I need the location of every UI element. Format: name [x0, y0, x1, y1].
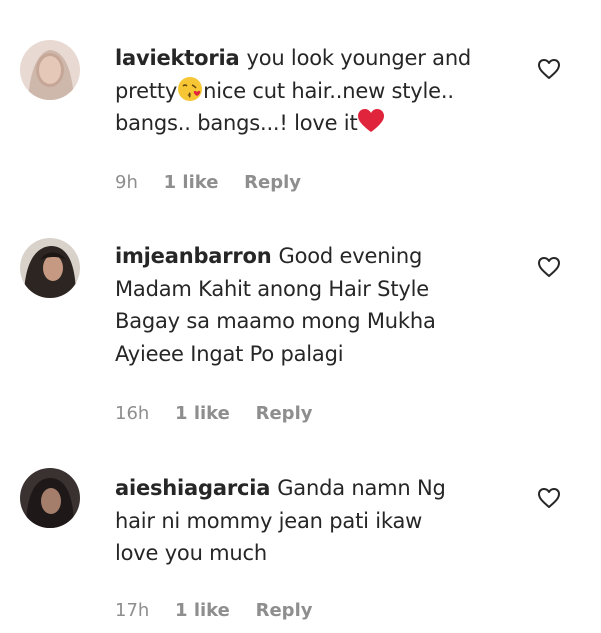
comment-text: love you much: [115, 541, 267, 565]
comment-text: Bagay sa maamo mong Mukha: [115, 309, 436, 333]
heart-outline-icon[interactable]: [537, 58, 561, 80]
comment-text: bangs.. bangs...! love it: [115, 111, 358, 135]
comment-text: Good evening: [278, 244, 423, 268]
comment-text: hair ni mommy jean pati ikaw: [115, 508, 423, 533]
comment-time[interactable]: 16h: [115, 403, 149, 424]
comment-text: Madam Kahit anong Hair Style: [115, 276, 429, 301]
comment-likes[interactable]: 1 like: [164, 172, 219, 193]
comment-username[interactable]: aieshiagarcia: [115, 476, 270, 500]
comment-likes[interactable]: 1 like: [175, 600, 230, 621]
comment-username[interactable]: laviektoria: [115, 46, 240, 70]
avatar[interactable]: [20, 238, 80, 298]
heart-outline-icon[interactable]: [537, 256, 561, 278]
comment-time[interactable]: 9h: [115, 172, 138, 193]
comment-meta: 9h 1 like Reply: [115, 172, 321, 193]
reply-button[interactable]: Reply: [244, 172, 301, 193]
heart-outline-icon[interactable]: [537, 487, 561, 509]
reply-button[interactable]: Reply: [256, 403, 313, 424]
reply-button[interactable]: Reply: [256, 600, 313, 621]
comment-body: aieshiagarcia Ganda namn Ng hair ni mommy…: [115, 472, 515, 570]
comment-meta: 16h 1 like Reply: [115, 403, 332, 424]
avatar[interactable]: [20, 40, 80, 100]
avatar[interactable]: [20, 468, 80, 528]
comment-username[interactable]: imjeanbarron: [115, 244, 272, 268]
comment-text: Ganda namn Ng: [277, 476, 446, 500]
comment-text: Ayieee Ingat Po palagi: [115, 341, 344, 366]
comment-likes[interactable]: 1 like: [175, 403, 230, 424]
comment-body: laviektoria you look younger and pretty ni…: [115, 42, 515, 140]
comment-text: nice cut hair..new style..: [203, 78, 454, 103]
comment-time[interactable]: 17h: [115, 600, 149, 621]
comment-text: you look younger and: [246, 46, 472, 70]
red-heart-emoji: [357, 108, 385, 134]
comment-body: imjeanbarron Good evening Madam Kahit ano…: [115, 240, 515, 370]
comment-text: pretty: [115, 78, 178, 103]
kissing-face-emoji: [177, 76, 203, 102]
comment-meta: 17h 1 like Reply: [115, 600, 332, 621]
